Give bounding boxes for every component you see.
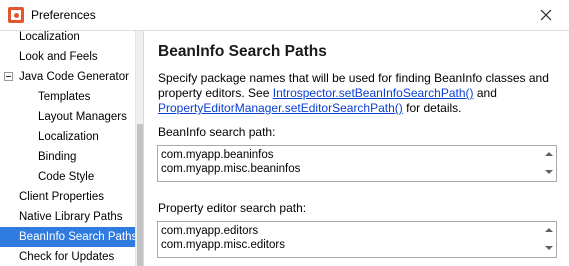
property-editor-search-path-field[interactable]: com.myapp.editors com.myapp.misc.editors [157,221,557,258]
sidebar-item-label: Check for Updates [19,251,115,263]
sidebar-item-localization[interactable]: Localization [0,31,135,47]
sidebar-item-binding[interactable]: Binding [0,147,135,167]
sidebar-item-localization-sub[interactable]: Localization [0,127,135,147]
sidebar-item-java-code-generator[interactable]: Java Code Generator [0,67,135,87]
sidebar-item-label: Layout Managers [38,111,127,123]
sidebar-item-client-properties[interactable]: Client Properties [0,187,135,207]
text-line: com.myapp.misc.beaninfos [161,163,301,175]
sidebar-item-look-and-feels[interactable]: Look and Feels [0,47,135,67]
collapse-icon[interactable] [4,72,13,81]
sidebar-scrollbar[interactable] [135,31,143,266]
field-scrollbar[interactable] [542,222,556,257]
close-button[interactable] [529,2,563,28]
sidebar-item-check-for-updates[interactable]: Check for Updates [0,247,135,266]
preferences-tree: Localization Look and Feels Java Code Ge… [0,31,135,266]
sidebar-item-templates[interactable]: Templates [0,87,135,107]
sidebar-item-code-style[interactable]: Code Style [0,167,135,187]
sidebar-item-layout-managers[interactable]: Layout Managers [0,107,135,127]
beaninfo-search-path-label: BeanInfo search path: [158,125,276,139]
page-title: BeanInfo Search Paths [158,43,327,60]
property-editor-search-path-label: Property editor search path: [158,201,307,215]
text-line: com.myapp.editors [161,225,259,237]
description-part: for details. [402,101,462,115]
property-editor-manager-link[interactable]: PropertyEditorManager.setEditorSearchPat… [158,101,403,115]
sidebar-item-label: Localization [19,31,80,43]
text-line: com.myapp.misc.editors [161,239,285,251]
content-panel: BeanInfo Search Paths Specify package na… [144,31,569,266]
sidebar-item-native-library-paths[interactable]: Native Library Paths [0,207,135,227]
scroll-down-icon[interactable] [545,246,553,250]
description-text: Specify package names that will be used … [158,71,563,116]
app-logo-icon [8,7,24,23]
beaninfo-search-path-field[interactable]: com.myapp.beaninfos com.myapp.misc.beani… [157,145,557,182]
title-bar: Preferences [0,0,569,31]
sidebar-item-label: Localization [38,131,99,143]
sidebar-item-label: BeanInfo Search Paths [19,231,135,243]
sidebar-item-beaninfo-search-paths[interactable]: BeanInfo Search Paths [0,227,135,247]
sidebar-item-label: Java Code Generator [19,71,129,83]
sidebar-item-label: Native Library Paths [19,211,123,223]
sidebar-item-label: Look and Feels [19,51,98,63]
window-title: Preferences [31,8,96,22]
introspector-link[interactable]: Introspector.setBeanInfoSearchPath() [273,86,474,100]
text-line: com.myapp.beaninfos [161,149,274,161]
close-icon [540,9,552,21]
sidebar-item-label: Binding [38,151,77,163]
field-scrollbar[interactable] [542,146,556,181]
scroll-down-icon[interactable] [545,170,553,174]
sidebar-item-label: Code Style [38,171,95,183]
description-part: and [473,86,497,100]
sidebar-item-label: Client Properties [19,191,105,203]
scroll-up-icon[interactable] [545,228,553,232]
sidebar-item-label: Templates [38,91,91,103]
scroll-up-icon[interactable] [545,152,553,156]
